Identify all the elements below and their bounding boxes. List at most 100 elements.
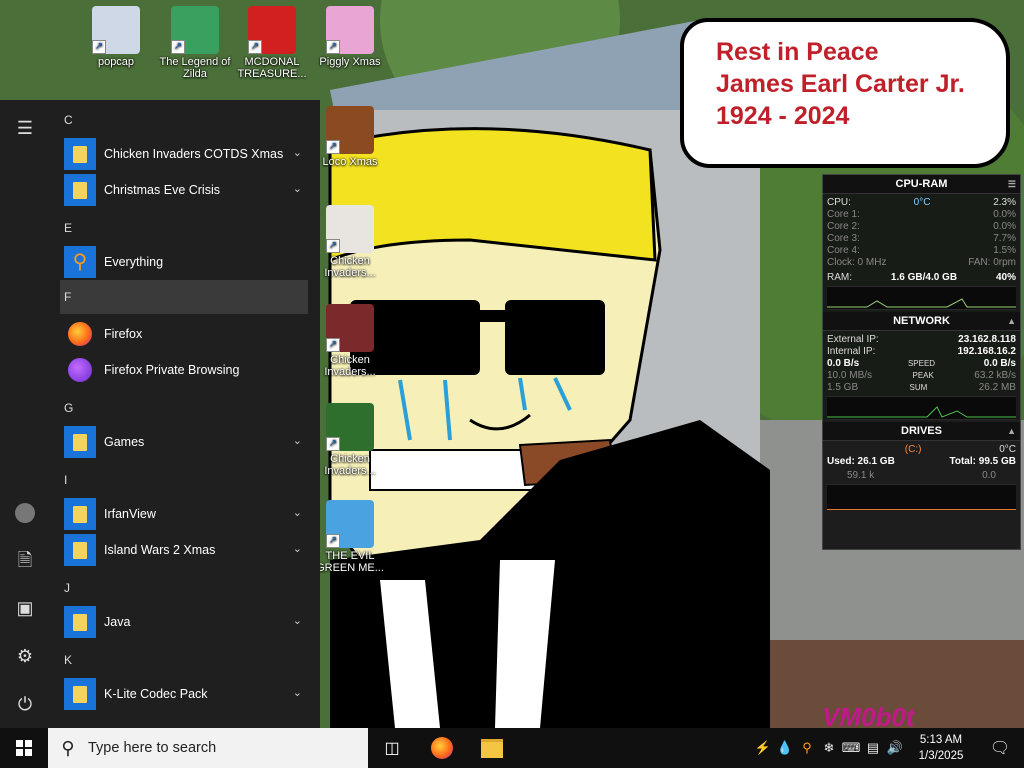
app-item-christmas-eve-crisis[interactable]: Christmas Eve Crisis ⌄ (60, 172, 308, 208)
desktop-icon-chicken-invaders-2[interactable]: Chicken Invaders... (312, 304, 388, 378)
network-icon[interactable]: ▤ (862, 740, 884, 756)
app-item-java[interactable]: Java ⌄ (60, 604, 308, 640)
drive-name: (C:) (904, 444, 922, 455)
speed-down: 0.0 B/s (827, 358, 860, 369)
droplet-icon[interactable]: 💧 (774, 740, 796, 756)
bubble-line: 1924 - 2024 (716, 102, 850, 130)
app-item-island-wars-2-xmas[interactable]: Island Wars 2 Xmas ⌄ (60, 532, 308, 568)
settings-gear-icon[interactable]: ⚙ (9, 640, 41, 672)
chevron-down-icon[interactable]: ⌄ (293, 542, 302, 555)
widget-menu-icon[interactable]: ☰ (1008, 175, 1016, 193)
chevron-down-icon[interactable]: ⌄ (293, 506, 302, 519)
section-letter[interactable]: C (60, 100, 308, 136)
folder-icon (64, 426, 96, 458)
desktop-icon-label: THE EVIL GREEN ME... (316, 550, 384, 574)
folder-icon (64, 498, 96, 530)
expand-icon[interactable]: ▲ (1007, 312, 1016, 330)
app-item-label: Everything (104, 255, 164, 269)
search-box[interactable]: ⚲ Type here to search (48, 728, 368, 768)
file-explorer-icon[interactable] (472, 728, 512, 768)
ram-graph (827, 286, 1016, 310)
documents-icon[interactable]: 🗎 (9, 544, 41, 576)
pictures-icon[interactable]: ▣ (9, 592, 41, 624)
network-utility-icon[interactable]: ⚡ (752, 740, 774, 756)
app-item-firefox-private-browsing[interactable]: Firefox Private Browsing (60, 352, 308, 388)
cpu-value: 2.3% (993, 197, 1016, 208)
desktop-icon-chicken-invaders-1[interactable]: Chicken Invaders... (312, 205, 388, 279)
snowflake-icon[interactable]: ❄ (818, 740, 840, 756)
start-menu: ☰ 🗎 ▣ ⚙ ⏻ C Chicken Invaders COTDS Xmas … (0, 100, 320, 728)
user-account-icon[interactable] (9, 496, 41, 528)
desktop-icon-legend-of-zilda[interactable]: The Legend of Zilda (157, 6, 233, 80)
section-letter[interactable]: I (60, 460, 308, 496)
network-title: NETWORK (893, 315, 950, 327)
desktop-icon-popcap[interactable]: popcap (78, 6, 154, 68)
app-item-firefox[interactable]: Firefox (60, 316, 308, 352)
chevron-down-icon[interactable]: ⌄ (293, 614, 302, 627)
drive-total: Total: 99.5 GB (949, 456, 1017, 467)
core-label: Core 4: (827, 245, 860, 256)
core-value: 1.5% (993, 245, 1016, 256)
task-view-icon[interactable]: ◫ (372, 728, 412, 768)
drive-graph (827, 484, 1016, 510)
core-label: Core 3: (827, 233, 860, 244)
chevron-down-icon[interactable]: ⌄ (293, 686, 302, 699)
everything-icon: ⚲ (64, 246, 96, 278)
desktop-icon-piggly-xmas[interactable]: Piggly Xmas (312, 6, 388, 68)
app-item-label: Firefox Private Browsing (104, 363, 240, 377)
start-menu-rail: ☰ 🗎 ▣ ⚙ ⏻ (0, 100, 50, 728)
loco-xmas-icon (326, 106, 374, 154)
drive-temp: 0°C (999, 444, 1016, 455)
section-letter[interactable]: K (60, 640, 308, 676)
hamburger-menu-icon[interactable]: ☰ (9, 112, 41, 144)
power-icon[interactable]: ⏻ (9, 688, 41, 720)
desktop-icon-loco-xmas[interactable]: Loco Xmas (312, 106, 388, 168)
bubble-line: James Earl Carter Jr. (716, 70, 965, 98)
core-label: Core 2: (827, 221, 860, 232)
windows-logo-icon (16, 740, 32, 756)
desktop-icon-chicken-invaders-3[interactable]: Chicken Invaders... (312, 403, 388, 477)
chicken-invaders-icon (326, 205, 374, 253)
drives-title: DRIVES (901, 425, 942, 437)
sum-down: 1.5 GB (827, 382, 859, 393)
volume-icon[interactable]: 🔊 (884, 740, 906, 756)
section-letter[interactable]: J (60, 568, 308, 604)
notification-icon[interactable]: 🗨 (976, 738, 1024, 758)
sum-label: SUM (909, 383, 928, 392)
app-item-label: Christmas Eve Crisis (104, 183, 220, 197)
chicken-invaders-icon (326, 304, 374, 352)
expand-icon[interactable]: ▲ (1007, 422, 1016, 440)
app-item-everything[interactable]: ⚲ Everything (60, 244, 308, 280)
app-item-chicken-invaders-cotds-xmas[interactable]: Chicken Invaders COTDS Xmas ⌄ (60, 136, 308, 172)
chevron-down-icon[interactable]: ⌄ (293, 146, 302, 159)
cpu-temp: 0°C (913, 197, 931, 208)
start-button[interactable] (0, 728, 48, 768)
folder-icon (64, 138, 96, 170)
app-item-games[interactable]: Games ⌄ (60, 424, 308, 460)
evil-green-icon (326, 500, 374, 548)
desktop-icon-label: MCDONAL TREASURE... (237, 56, 307, 80)
clock[interactable]: 5:13 AM 1/3/2025 (906, 732, 976, 764)
peak-down: 10.0 MB/s (827, 370, 873, 381)
section-letter[interactable]: E (60, 208, 308, 244)
speed-up: 0.0 B/s (983, 358, 1016, 369)
taskbar-firefox-icon[interactable] (422, 728, 462, 768)
core-value: 7.7% (993, 233, 1016, 244)
desktop-icon-label: popcap (97, 56, 135, 68)
app-item-irfanview[interactable]: IrfanView ⌄ (60, 496, 308, 532)
desktop-icon-mcdonal-treasure[interactable]: MCDONAL TREASURE... (234, 6, 310, 80)
chevron-down-icon[interactable]: ⌄ (293, 434, 302, 447)
app-item-k-lite-codec-pack[interactable]: K-Lite Codec Pack ⌄ (60, 676, 308, 712)
chevron-down-icon[interactable]: ⌄ (293, 182, 302, 195)
desktop-icon-evil-green[interactable]: THE EVIL GREEN ME... (312, 500, 388, 574)
signature-text: VM0b0t (822, 702, 916, 728)
bubble-line: Rest in Peace (716, 38, 879, 66)
keyboard-icon[interactable]: ⌨ (840, 740, 862, 756)
desktop-icon-label: Chicken Invaders... (324, 453, 376, 477)
system-monitor-widget: CPU-RAM ☰ CPU: 0°C 2.3% Core 1: 0.0% Core… (822, 174, 1021, 550)
mcdonalds-icon (248, 6, 296, 54)
desktop-icon-label: Chicken Invaders... (324, 255, 376, 279)
section-letter[interactable]: G (60, 388, 308, 424)
section-letter[interactable]: F (60, 280, 308, 314)
everything-tray-icon[interactable]: ⚲ (796, 740, 818, 756)
